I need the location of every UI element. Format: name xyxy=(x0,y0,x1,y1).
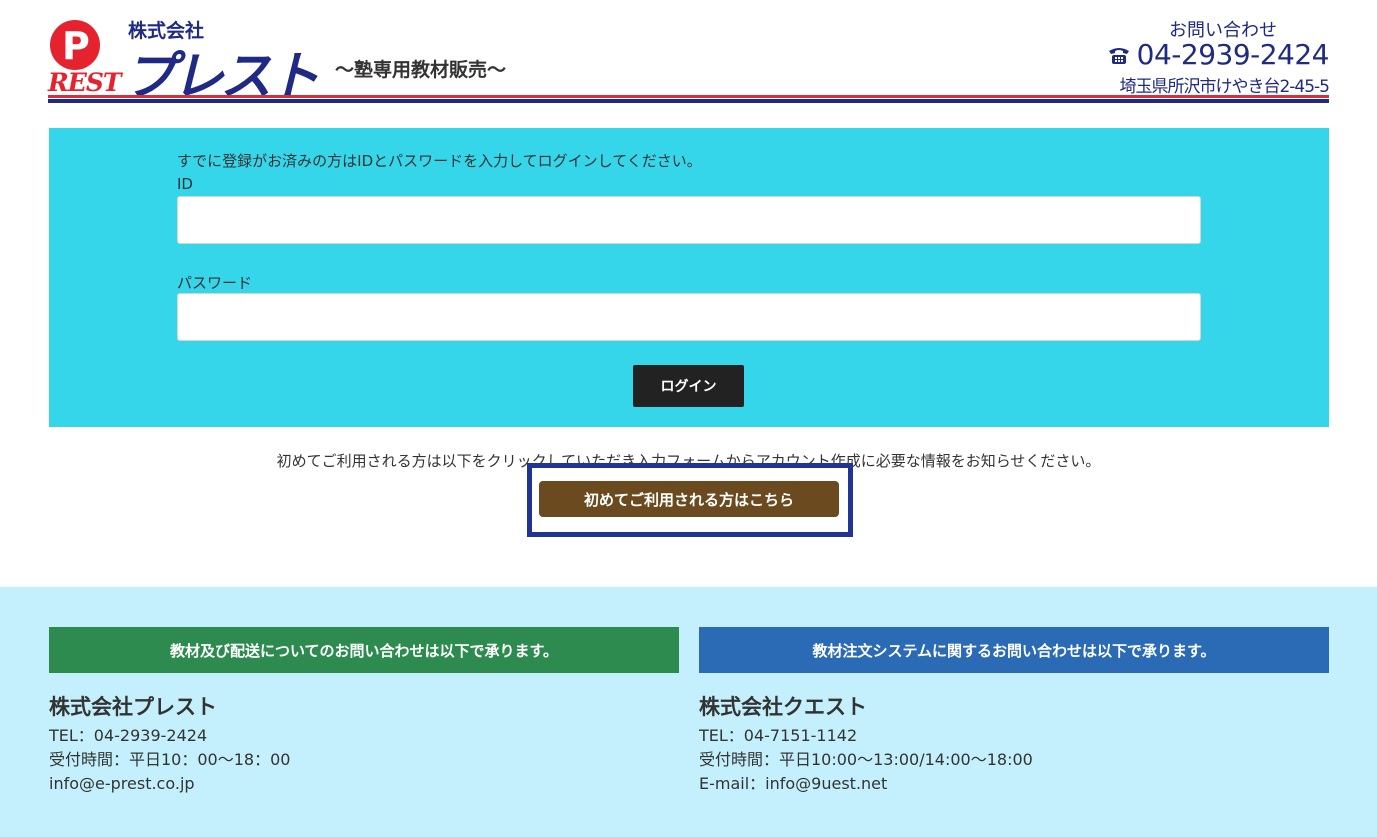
logo-letter: P xyxy=(62,24,90,68)
footer-tel: TEL：04-7151-1142 xyxy=(699,726,858,745)
footer-contact-prest: 教材及び配送についてのお問い合わせは以下で承ります。 株式会社プレスト TEL：… xyxy=(49,627,679,793)
footer-company-name: 株式会社プレスト xyxy=(49,695,217,719)
contact-address: 埼玉県所沢市けやき台2-45-5 xyxy=(1119,77,1330,97)
footer-banner-system: 教材注文システムに関するお問い合わせは以下で承ります。 xyxy=(699,627,1329,673)
footer-contact-quest: 教材注文システムに関するお問い合わせは以下で承ります。 株式会社クエスト TEL… xyxy=(699,627,1329,793)
contact-phone-number: 04-2939-2424 xyxy=(1136,38,1330,71)
id-input[interactable] xyxy=(177,196,1201,244)
login-button[interactable]: ログイン xyxy=(633,365,744,407)
contact-phone: 04-2939-2424 xyxy=(1107,38,1330,71)
password-input[interactable] xyxy=(177,293,1201,341)
header-divider-blue xyxy=(48,99,1329,103)
id-label: ID xyxy=(177,175,193,193)
footer-hours: 受付時間：平日10:00〜13:00/14:00〜18:00 xyxy=(699,750,1033,769)
site-footer: 教材及び配送についてのお問い合わせは以下で承ります。 株式会社プレスト TEL：… xyxy=(0,587,1377,837)
header-divider-red xyxy=(48,95,1329,98)
login-panel: すでに登録がお済みの方はIDとパスワードを入力してログインしてください。 ID … xyxy=(49,128,1329,427)
footer-company-name: 株式会社クエスト xyxy=(699,695,867,719)
footer-hours: 受付時間：平日10：00〜18：00 xyxy=(49,750,291,769)
password-label: パスワード xyxy=(177,274,253,292)
footer-banner-materials: 教材及び配送についてのお問い合わせは以下で承ります。 xyxy=(49,627,679,673)
telephone-icon xyxy=(1108,47,1129,64)
footer-email[interactable]: E-mail：info@9uest.net xyxy=(699,775,1329,793)
site-tagline: 〜塾専用教材販売〜 xyxy=(335,59,507,81)
login-intro-text: すでに登録がお済みの方はIDとパスワードを入力してログインしてください。 xyxy=(177,152,702,170)
first-time-register-button[interactable]: 初めてご利用される方はこちら xyxy=(539,481,839,517)
footer-tel: TEL：04-2939-2424 xyxy=(49,726,208,745)
logo-rest-text: REST xyxy=(48,68,121,97)
site-header: P REST 株式会社 プレスト 〜塾専用教材販売〜 お問い合わせ 04-293… xyxy=(0,0,1377,110)
prest-logo[interactable]: P REST 株式会社 プレスト xyxy=(48,14,328,107)
footer-email[interactable]: info@e-prest.co.jp xyxy=(49,775,679,793)
